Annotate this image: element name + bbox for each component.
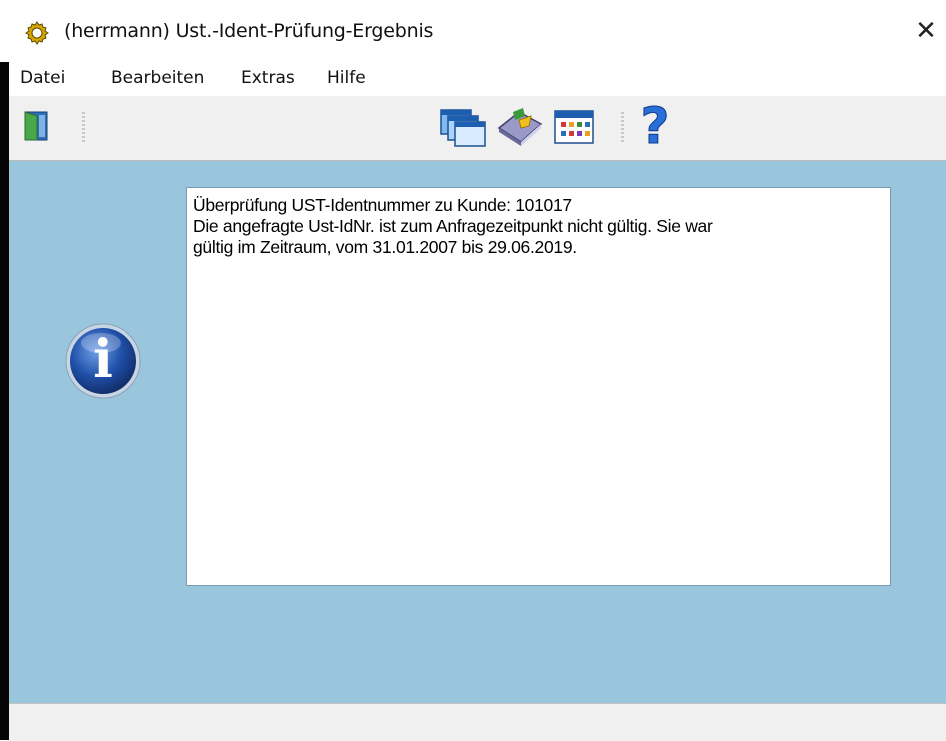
menu-datei[interactable]: Datei (20, 68, 65, 88)
help-question-icon[interactable]: ? (637, 98, 673, 155)
window-left-edge (0, 62, 9, 740)
menu-bar: Datei Bearbeiten Extras Hilfe (9, 62, 946, 96)
info-icon: i (63, 321, 143, 401)
menu-hilfe[interactable]: Hilfe (327, 68, 366, 88)
toolbar-grip[interactable] (82, 112, 85, 144)
toolbar: ? (9, 96, 946, 161)
window-title: (herrmann) Ust.-Ident-Prüfung-Ergebnis (64, 20, 434, 42)
gear-icon (25, 21, 49, 45)
info-glyph: i (93, 329, 113, 390)
message-line: Die angefragte Ust-IdNr. ist zum Anfrage… (193, 216, 713, 236)
menu-bearbeiten[interactable]: Bearbeiten (111, 68, 204, 88)
menu-extras[interactable]: Extras (241, 68, 295, 88)
content-area: i Überprüfung UST-Identnummer zu Kunde: … (9, 161, 946, 703)
toolbar-grip[interactable] (621, 112, 624, 144)
title-bar: (herrmann) Ust.-Ident-Prüfung-Ergebnis ✕ (0, 0, 946, 62)
message-line: gültig im Zeitraum, vom 31.01.2007 bis 2… (193, 237, 577, 257)
close-button[interactable]: ✕ (906, 10, 946, 52)
message-textbox[interactable]: Überprüfung UST-Identnummer zu Kunde: 10… (186, 187, 891, 586)
windows-cascade-icon[interactable] (439, 108, 489, 148)
message-line: Überprüfung UST-Identnummer zu Kunde: 10… (193, 195, 572, 215)
exit-door-icon[interactable] (23, 110, 49, 142)
calendar-grid-icon[interactable] (553, 109, 595, 145)
status-bar (9, 703, 946, 741)
book-icon[interactable] (495, 106, 545, 148)
